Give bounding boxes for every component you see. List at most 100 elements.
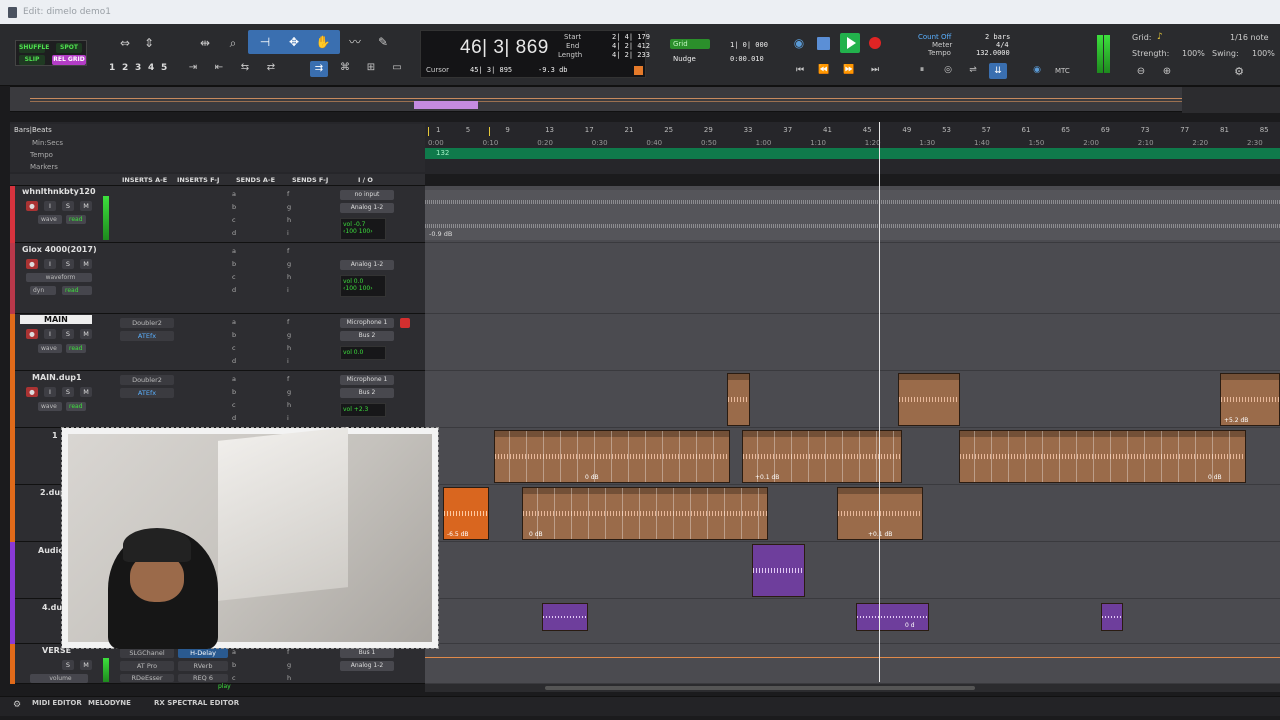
insert-slot-b[interactable]: ATEfx [120, 331, 174, 341]
volume-pan-display[interactable]: vol -0.7 ‹100 100› [340, 218, 386, 240]
solo-button[interactable]: S [62, 660, 74, 670]
send-slot-b[interactable]: b [232, 661, 236, 669]
output-selector[interactable]: Bus 2 [340, 331, 394, 341]
mute-button[interactable]: M [80, 660, 92, 670]
automation-mode-dropdown[interactable]: read [66, 402, 86, 411]
shuffle-mode-button[interactable]: SHUFFLE [19, 43, 49, 53]
audio-clip[interactable] [898, 373, 960, 426]
record-arm-indicator[interactable] [400, 318, 410, 328]
track-lane[interactable] [425, 314, 1280, 371]
send-slot-d[interactable]: d [232, 229, 236, 237]
insert-slot-h[interactable]: REQ 6 [178, 674, 228, 682]
record-enable-button[interactable]: ● [26, 259, 38, 269]
insertion-follows-icon[interactable]: ⇄ [262, 60, 280, 76]
zoom-tool-icon[interactable]: ⌕ [224, 35, 242, 51]
mute-button[interactable]: M [80, 387, 92, 397]
keyboard-focus-icon[interactable]: ⌘ [336, 60, 354, 76]
track-lane[interactable] [425, 644, 1280, 684]
volume-pan-display[interactable]: vol 0.0 ‹100 100› [340, 275, 386, 297]
slip-mode-button[interactable]: SLIP [19, 55, 45, 65]
audio-clip[interactable] [542, 603, 588, 631]
overview-visible-region[interactable] [414, 101, 478, 109]
audio-clip[interactable] [752, 544, 805, 597]
track-view-dropdown[interactable]: wave [38, 402, 62, 411]
track-lane[interactable] [425, 243, 1280, 314]
input-monitor-button[interactable]: I [44, 259, 56, 269]
solo-button[interactable]: S [62, 201, 74, 211]
audio-clip[interactable]: 0 d [856, 603, 929, 631]
track-name[interactable]: Glox 4000(2017) [22, 245, 97, 254]
send-slot-d[interactable]: d [232, 286, 236, 294]
zoom-preset-4[interactable]: 4 [148, 63, 154, 73]
zoom-preset-3[interactable]: 3 [135, 63, 141, 73]
output-selector[interactable]: Analog 1-2 [340, 203, 394, 213]
track-name[interactable]: whnlthnkbty120 [22, 187, 96, 196]
scrollbar-thumb[interactable] [545, 686, 975, 690]
tempo-ruler-label[interactable]: Tempo [30, 151, 53, 159]
volume-value[interactable]: 0.0 [354, 349, 364, 356]
send-slot-g[interactable]: g [287, 388, 291, 396]
audio-clip[interactable]: +0.1 dB [837, 487, 923, 540]
record-button[interactable] [869, 37, 881, 49]
bars-beats-ruler-label[interactable]: Bars|Beats [14, 126, 52, 134]
automation-mode-dropdown[interactable]: read [66, 215, 86, 224]
online-icon[interactable]: ◉ [790, 35, 808, 51]
insert-slot-a[interactable]: Doubler2 [120, 375, 174, 385]
mute-button[interactable]: M [80, 259, 92, 269]
solo-button[interactable]: S [62, 329, 74, 339]
playhead[interactable] [879, 122, 880, 682]
send-slot-d[interactable]: d [232, 414, 236, 422]
zoom-preset-1[interactable]: 1 [109, 63, 115, 73]
audio-clip[interactable]: +0.1 dB [742, 430, 902, 483]
volume-value[interactable]: -0.7 [354, 221, 366, 228]
send-slot-f[interactable]: f [287, 648, 289, 656]
dock-settings-icon[interactable]: ⚙ [8, 698, 26, 712]
send-slot-i[interactable]: i [287, 286, 289, 294]
zoom-preset-2[interactable]: 2 [122, 63, 128, 73]
send-slot-h[interactable]: h [287, 674, 291, 682]
solo-button[interactable]: S [62, 387, 74, 397]
horizontal-scrollbar[interactable] [425, 684, 1280, 692]
audio-clip[interactable]: 0 dB [522, 487, 768, 540]
automation-mode-dropdown[interactable]: read [66, 344, 86, 353]
pan-value[interactable]: ‹100 100› [343, 228, 373, 235]
send-slot-d[interactable]: d [232, 357, 236, 365]
pencil-tool-icon[interactable]: ✎ [374, 34, 392, 50]
count-off-bars[interactable]: 2 bars [985, 33, 1010, 41]
volume-display[interactable]: vol +2.3 [340, 403, 386, 417]
mute-button[interactable]: M [80, 329, 92, 339]
volume-automation-line[interactable] [425, 657, 1280, 658]
melodyne-tab[interactable]: MELODYNE [88, 699, 131, 707]
send-slot-i[interactable]: i [287, 414, 289, 422]
volume-value[interactable]: 0.0 [354, 278, 364, 285]
zoom-toggle-icon[interactable]: ⇹ [196, 35, 214, 51]
insert-slot-a[interactable]: Doubler2 [120, 318, 174, 328]
insert-slot-b[interactable]: AT Pro [120, 661, 174, 671]
send-slot-f[interactable]: f [287, 190, 289, 198]
input-selector[interactable]: Microphone 1 [340, 375, 394, 385]
stop-button[interactable] [817, 37, 830, 50]
input-monitor-button[interactable]: I [44, 329, 56, 339]
insert-slot-b[interactable]: ATEfx [120, 388, 174, 398]
track-view-dropdown[interactable]: waveform [26, 273, 92, 282]
audio-clip[interactable] [1101, 603, 1123, 631]
zoom-vertical-icon[interactable]: ⇕ [140, 35, 158, 51]
output-selector[interactable]: Analog 1-2 [340, 661, 394, 671]
volume-display[interactable]: vol 0.0 [340, 346, 386, 360]
send-slot-c[interactable]: c [232, 216, 236, 224]
grabber-tool-icon[interactable]: ✋ [314, 34, 332, 50]
universe-overview[interactable] [10, 86, 1280, 113]
send-slot-c[interactable]: c [232, 344, 236, 352]
mirror-midi-icon[interactable]: ⇉ [310, 61, 328, 77]
input-monitor-button[interactable]: I [44, 201, 56, 211]
send-slot-f[interactable]: f [287, 247, 289, 255]
spot-mode-button[interactable]: SPOT [56, 43, 82, 53]
send-slot-a[interactable]: a [232, 375, 236, 383]
send-slot-b[interactable]: b [232, 388, 236, 396]
send-slot-i[interactable]: i [287, 229, 289, 237]
input-selector[interactable]: Bus 1 [340, 648, 394, 658]
send-slot-c[interactable]: c [232, 674, 236, 682]
rewind-to-start-icon[interactable]: ⏮ [791, 62, 809, 78]
input-selector[interactable]: no input [340, 190, 394, 200]
selector-tool-icon[interactable]: ✥ [285, 34, 303, 50]
